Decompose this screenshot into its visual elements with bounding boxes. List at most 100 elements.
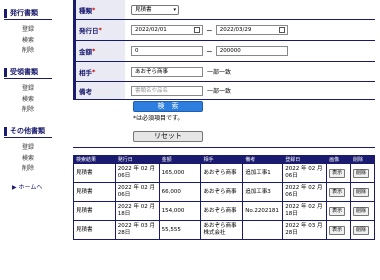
required-mark: * bbox=[98, 26, 102, 34]
cell-image: 表示 bbox=[326, 220, 351, 240]
section-underline bbox=[4, 137, 52, 138]
sidebar-item-received-register[interactable]: 登録 bbox=[22, 84, 58, 95]
required-mark: * bbox=[92, 67, 96, 76]
cell-remarks: 追加工事3 bbox=[242, 182, 284, 202]
header-partner: 相手 bbox=[200, 155, 244, 164]
sidebar-item-received-search[interactable]: 検索 bbox=[22, 95, 58, 106]
reset-button[interactable]: リセット bbox=[133, 131, 203, 142]
partner-label: 相手 * bbox=[73, 62, 125, 81]
cell-amount: 55,555 bbox=[158, 220, 202, 240]
view-button[interactable]: 表示 bbox=[329, 206, 346, 216]
home-link[interactable]: ▶ ホームへ bbox=[12, 182, 42, 191]
sidebar-item-issued-register[interactable]: 登録 bbox=[22, 25, 58, 36]
cell-image: 表示 bbox=[326, 182, 351, 202]
sidebar-item-issued-search[interactable]: 検索 bbox=[22, 36, 58, 47]
table-row: 見積書 2022 年 03 月 28日 55,555 あおぞら商事株式会社 20… bbox=[73, 220, 375, 240]
type-select[interactable]: 見積書 ▾ bbox=[131, 4, 179, 15]
calendar-icon[interactable] bbox=[278, 27, 285, 33]
cell-partner: あおぞら商事 bbox=[200, 163, 244, 183]
partial-match-note: 一部一致 bbox=[207, 88, 232, 95]
header-delete: 削除 bbox=[350, 155, 375, 164]
issue-date-from-input[interactable]: 2022/02/01 bbox=[131, 25, 203, 35]
search-button[interactable]: 検 索 bbox=[133, 101, 203, 112]
cell-delete: 削除 bbox=[350, 182, 375, 202]
view-button[interactable]: 表示 bbox=[329, 225, 346, 235]
calendar-icon[interactable] bbox=[194, 27, 200, 33]
cell-partner: あおぞら商事 bbox=[200, 201, 244, 221]
range-tilde: ~ bbox=[206, 25, 213, 35]
results-table: 検索結果 発行日 金額 相手 備考 登録日 画像 削除 見積書 2022 年 0… bbox=[73, 155, 375, 240]
cell-partner: あおぞら商事株式会社 bbox=[200, 220, 244, 240]
view-button[interactable]: 表示 bbox=[329, 187, 346, 197]
cell-delete: 削除 bbox=[350, 220, 375, 240]
remarks-placeholder: 書類名や品名 bbox=[135, 87, 169, 94]
partial-match-note: 一部一致 bbox=[207, 69, 232, 76]
delete-button[interactable]: 削除 bbox=[353, 187, 370, 197]
sidebar-item-issued-delete[interactable]: 削除 bbox=[22, 46, 58, 57]
type-select-value: 見積書 bbox=[135, 6, 152, 13]
delete-button[interactable]: 削除 bbox=[353, 168, 370, 178]
sidebar-section-title: 発行書類 bbox=[10, 9, 38, 17]
table-row: 見積書 2022 年 02 月 06日 66,000 あおぞら商事 追加工事3 … bbox=[73, 182, 375, 202]
amount-from-input[interactable]: 0 bbox=[131, 46, 203, 56]
table-header-row: 検索結果 発行日 金額 相手 備考 登録日 画像 削除 bbox=[73, 155, 375, 164]
section-marker bbox=[4, 67, 7, 77]
issue-date-to-input[interactable]: 2022/03/29 bbox=[215, 25, 288, 35]
cell-image: 表示 bbox=[326, 201, 351, 221]
header-issue-date: 発行日 bbox=[114, 155, 160, 164]
cell-type: 見積書 bbox=[73, 163, 116, 183]
type-label: 種類 * bbox=[73, 0, 125, 19]
cell-type: 見積書 bbox=[73, 201, 116, 221]
cell-partner: あおぞら商事 bbox=[200, 182, 244, 202]
cell-delete: 削除 bbox=[350, 163, 375, 183]
form-row-partner: 相手 * あおぞら商事 一部一致 bbox=[73, 62, 375, 82]
sidebar-section-received: 受領書類 登録 検索 削除 bbox=[4, 67, 58, 116]
form-row-amount: 金額 * 0 ~ 200000 bbox=[73, 41, 375, 62]
amount-label: 金額 * bbox=[73, 41, 125, 61]
table-row: 見積書 2022 年 02 月 06日 165,000 あおぞら商事 追加工事1… bbox=[73, 163, 375, 183]
section-underline bbox=[4, 78, 52, 79]
cell-type: 見積書 bbox=[73, 220, 116, 240]
cell-delete: 削除 bbox=[350, 201, 375, 221]
cell-issue-date: 2022 年 02 月 06日 bbox=[114, 163, 160, 183]
partner-input[interactable]: あおぞら商事 bbox=[131, 66, 203, 77]
table-row: 見積書 2022 年 02 月 18日 154,000 あおぞら商事 No.22… bbox=[73, 201, 375, 221]
cell-amount: 66,000 bbox=[158, 182, 202, 202]
cell-issue-date: 2022 年 02 月 18日 bbox=[114, 201, 160, 221]
sidebar-section-other: その他書類 登録 検索 削除 bbox=[4, 126, 58, 175]
range-tilde: ~ bbox=[206, 46, 213, 56]
cell-type: 見積書 bbox=[73, 182, 116, 202]
cell-registered-date: 2022 年 02 月 06日 bbox=[282, 182, 328, 202]
required-note: *は必須項目です。 bbox=[133, 115, 184, 122]
sidebar-item-other-search[interactable]: 検索 bbox=[22, 154, 58, 165]
cell-amount: 165,000 bbox=[158, 163, 202, 183]
delete-button[interactable]: 削除 bbox=[353, 225, 370, 235]
sidebar-section-issued: 発行書類 登録 検索 削除 bbox=[4, 8, 58, 57]
sidebar-section-title: 受領書類 bbox=[10, 68, 38, 76]
cell-registered-date: 2022 年 02 月 06日 bbox=[282, 163, 328, 183]
cell-remarks bbox=[242, 220, 284, 240]
issue-date-label: 発行日 * bbox=[73, 20, 125, 40]
sidebar-item-other-delete[interactable]: 削除 bbox=[22, 164, 58, 175]
view-button[interactable]: 表示 bbox=[329, 168, 346, 178]
required-mark: * bbox=[92, 5, 96, 14]
remarks-input[interactable]: 書類名や品名 bbox=[131, 85, 203, 96]
form-row-issue-date: 発行日 * 2022/02/01 ~ 2022/03/29 bbox=[73, 20, 375, 41]
form-divider bbox=[73, 147, 375, 148]
section-underline bbox=[4, 19, 52, 20]
form-row-type: 種類 * 見積書 ▾ bbox=[73, 0, 375, 20]
delete-button[interactable]: 削除 bbox=[353, 206, 370, 216]
sidebar-item-other-register[interactable]: 登録 bbox=[22, 143, 58, 154]
cell-issue-date: 2022 年 03 月 28日 bbox=[114, 220, 160, 240]
sidebar: 発行書類 登録 検索 削除 受領書類 登録 検索 削除 その他書類 登録 検索 … bbox=[0, 0, 62, 280]
cell-remarks: 追加工事1 bbox=[242, 163, 284, 183]
header-result-type: 検索結果 bbox=[73, 155, 116, 164]
cell-issue-date: 2022 年 02 月 06日 bbox=[114, 182, 160, 202]
cell-remarks: No.2202181 bbox=[242, 201, 284, 221]
required-mark: * bbox=[92, 47, 96, 55]
header-remarks: 備考 bbox=[242, 155, 284, 164]
remarks-label: 備考 bbox=[73, 82, 125, 99]
cell-registered-date: 2022 年 03 月 28日 bbox=[282, 220, 328, 240]
sidebar-item-received-delete[interactable]: 削除 bbox=[22, 105, 58, 116]
amount-to-input[interactable]: 200000 bbox=[215, 46, 288, 56]
